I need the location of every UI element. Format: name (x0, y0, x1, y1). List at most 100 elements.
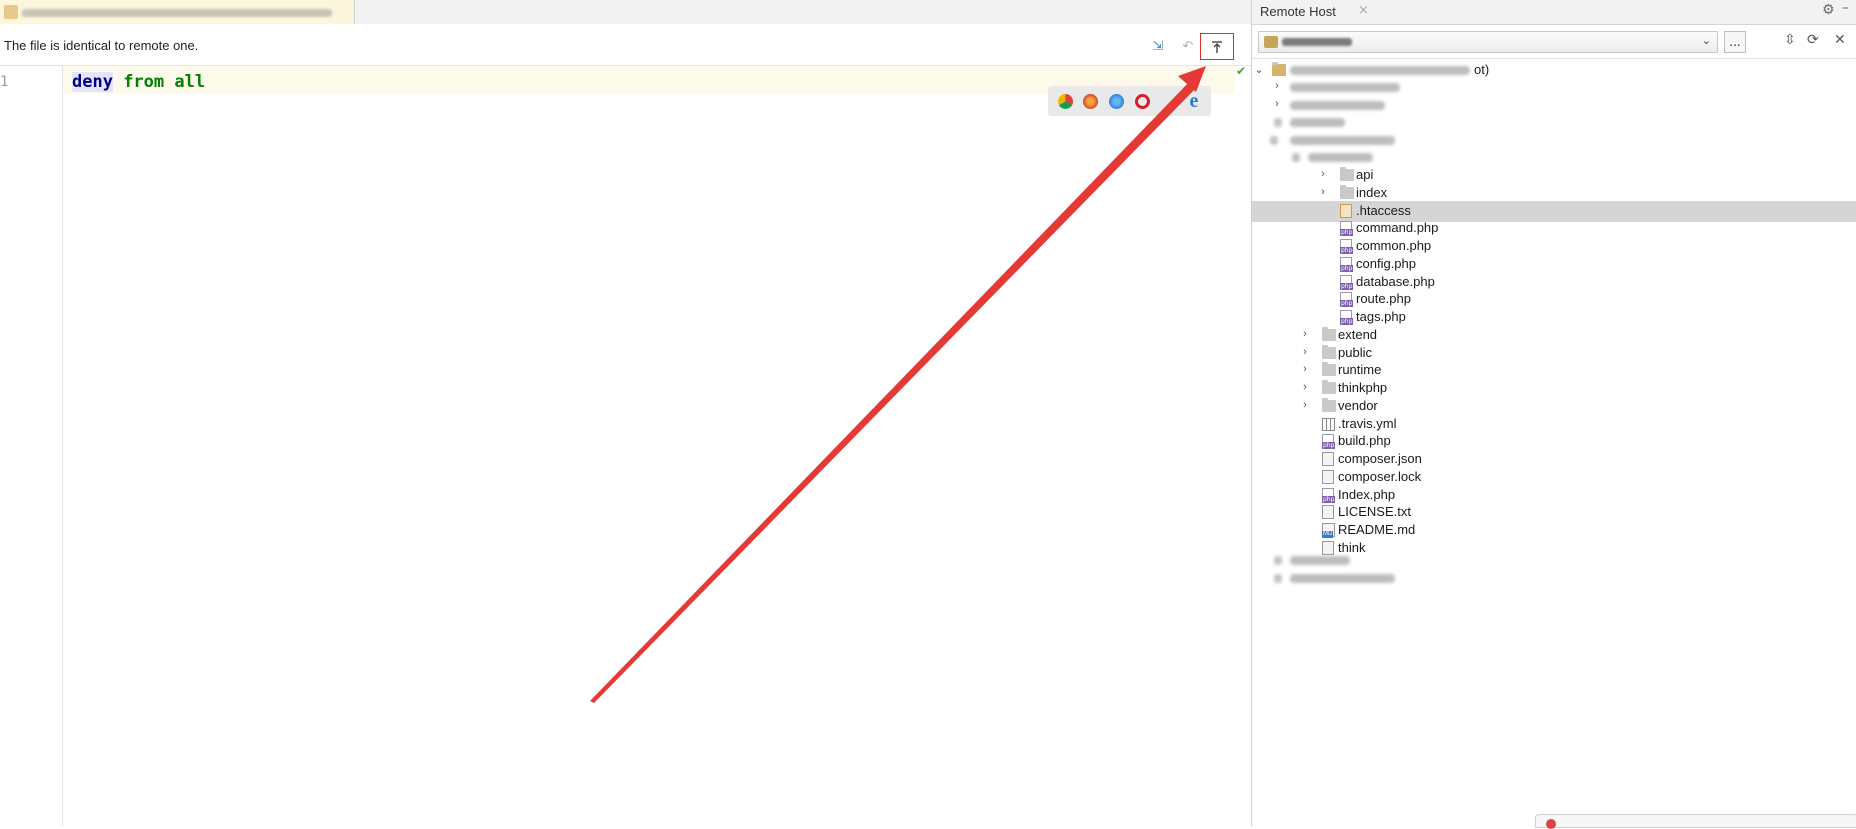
htaccess-file-icon (4, 5, 18, 19)
tree-label: LICENSE.txt (1338, 504, 1411, 520)
close-icon[interactable]: ✕ (1834, 32, 1846, 48)
php-file-icon (1340, 310, 1354, 325)
redacted-label (1290, 136, 1395, 145)
code-line[interactable]: deny from all (72, 72, 205, 92)
tree-label: api (1356, 167, 1374, 182)
php-file-icon (1340, 256, 1354, 272)
chevron-down-icon: ⌄ (1254, 64, 1264, 76)
folder-icon (1322, 380, 1336, 394)
file-icon (1322, 505, 1334, 520)
tree-label: composer.lock (1338, 468, 1422, 484)
inspection-ok-icon: ✔ (1236, 64, 1247, 78)
chevron-right-icon: › (1275, 98, 1279, 110)
opera-icon[interactable] (1135, 94, 1150, 109)
tree-label: index (1356, 184, 1388, 200)
remote-host-header: Remote Host × ⚙ – (1252, 0, 1856, 25)
browser-preview-bar: e (1048, 86, 1211, 116)
folder-icon (1322, 362, 1336, 377)
tree-label: runtime (1338, 362, 1382, 378)
chevron-right-icon: › (1275, 80, 1279, 92)
folder-icon (1322, 397, 1336, 412)
error-icon (1546, 819, 1556, 829)
redacted-label (1290, 556, 1350, 565)
chevron-right-icon[interactable]: › (1300, 399, 1310, 411)
php-file-icon (1340, 274, 1354, 290)
tree-label: build.php (1338, 433, 1391, 449)
line-number: 1 (0, 74, 9, 90)
tree-row-redacted[interactable] (1252, 568, 1856, 589)
tree-label: .travis.yml (1338, 415, 1397, 431)
tree-label: tags.php (1356, 309, 1406, 324)
remote-host-toolbar: ⌄ ... ⇳ ⟳ ✕ (1252, 26, 1856, 59)
revert-icon[interactable]: ↶ (1178, 36, 1198, 56)
panel-title: Remote Host (1260, 4, 1336, 19)
redacted-label (1290, 574, 1395, 583)
folder-icon (1272, 62, 1286, 76)
redacted-label (1274, 556, 1282, 565)
redacted-label (1290, 66, 1470, 75)
php-file-icon (1340, 221, 1354, 237)
remote-host-panel: Remote Host × ⚙ – ⌄ ... ⇳ ⟳ ✕ ⌄ ot) › › (1251, 0, 1856, 826)
code-rest: from all (112, 72, 206, 92)
tree-label: common.php (1356, 238, 1432, 253)
chevron-right-icon[interactable]: › (1300, 346, 1310, 358)
folder-icon (1340, 167, 1354, 181)
tree-label: ot) (1474, 62, 1490, 77)
minimize-icon[interactable]: – (1842, 0, 1849, 16)
yaml-file-icon (1322, 417, 1335, 431)
redacted-label (1274, 118, 1282, 127)
redacted-label (1270, 136, 1278, 145)
firefox-icon[interactable] (1083, 94, 1098, 109)
chevron-right-icon[interactable]: › (1300, 328, 1310, 340)
tree-label: Index.php (1338, 486, 1396, 502)
gear-icon[interactable]: ⚙ (1822, 2, 1835, 18)
upload-to-remote-button[interactable] (1200, 33, 1234, 60)
tab-title-redacted (22, 9, 332, 17)
file-icon (1322, 452, 1334, 466)
line-number-gutter: 1 (0, 66, 63, 826)
tree-label: config.php (1356, 255, 1416, 271)
redacted-label (1290, 118, 1345, 127)
tree-label: vendor (1338, 397, 1378, 413)
collapse-all-icon[interactable]: ⇳ (1784, 32, 1796, 48)
php-file-icon (1340, 239, 1354, 254)
server-icon (1264, 36, 1278, 48)
close-tab-icon[interactable]: × (1358, 3, 1369, 18)
chevron-down-icon: ⌄ (1701, 34, 1711, 47)
redacted-label (1308, 153, 1373, 162)
upload-to-remote-icon (1212, 40, 1222, 53)
code-keyword: deny (72, 72, 113, 92)
tree-label: command.php (1356, 220, 1439, 236)
chevron-right-icon[interactable]: › (1318, 168, 1328, 180)
folder-icon (1322, 326, 1336, 341)
redacted-label (1292, 153, 1300, 162)
chevron-right-icon[interactable]: › (1300, 363, 1310, 375)
browse-servers-button[interactable]: ... (1724, 31, 1746, 53)
file-icon (1322, 469, 1334, 484)
server-select[interactable]: ⌄ (1258, 31, 1718, 53)
compare-arrows-icon[interactable]: ⇲ (1148, 36, 1168, 56)
redacted-label (1290, 101, 1385, 110)
redacted-label (1274, 574, 1282, 583)
php-file-icon (1322, 434, 1336, 450)
editor-tab-bar (0, 0, 1251, 25)
folder-icon (1340, 184, 1354, 199)
tree-label: route.php (1356, 291, 1411, 307)
chrome-icon[interactable] (1058, 94, 1073, 109)
htaccess-file-icon (1340, 203, 1352, 218)
tree-label: extend (1338, 326, 1378, 342)
safari-icon[interactable] (1109, 94, 1124, 109)
chevron-right-icon[interactable]: › (1318, 186, 1328, 198)
editor-tab[interactable] (0, 0, 355, 24)
php-file-icon (1322, 487, 1336, 503)
refresh-icon[interactable]: ⟳ (1807, 32, 1819, 48)
folder-icon (1322, 344, 1336, 359)
tree-label: database.php (1356, 273, 1435, 289)
server-name-redacted (1282, 38, 1352, 46)
chevron-right-icon[interactable]: › (1300, 381, 1310, 393)
edge-icon[interactable]: e (1184, 90, 1204, 112)
php-file-icon (1340, 292, 1354, 308)
tree-label: thinkphp (1338, 380, 1388, 395)
redacted-label (1290, 83, 1400, 92)
editor-pane: The file is identical to remote one. ⇲ ↶… (0, 0, 1251, 826)
